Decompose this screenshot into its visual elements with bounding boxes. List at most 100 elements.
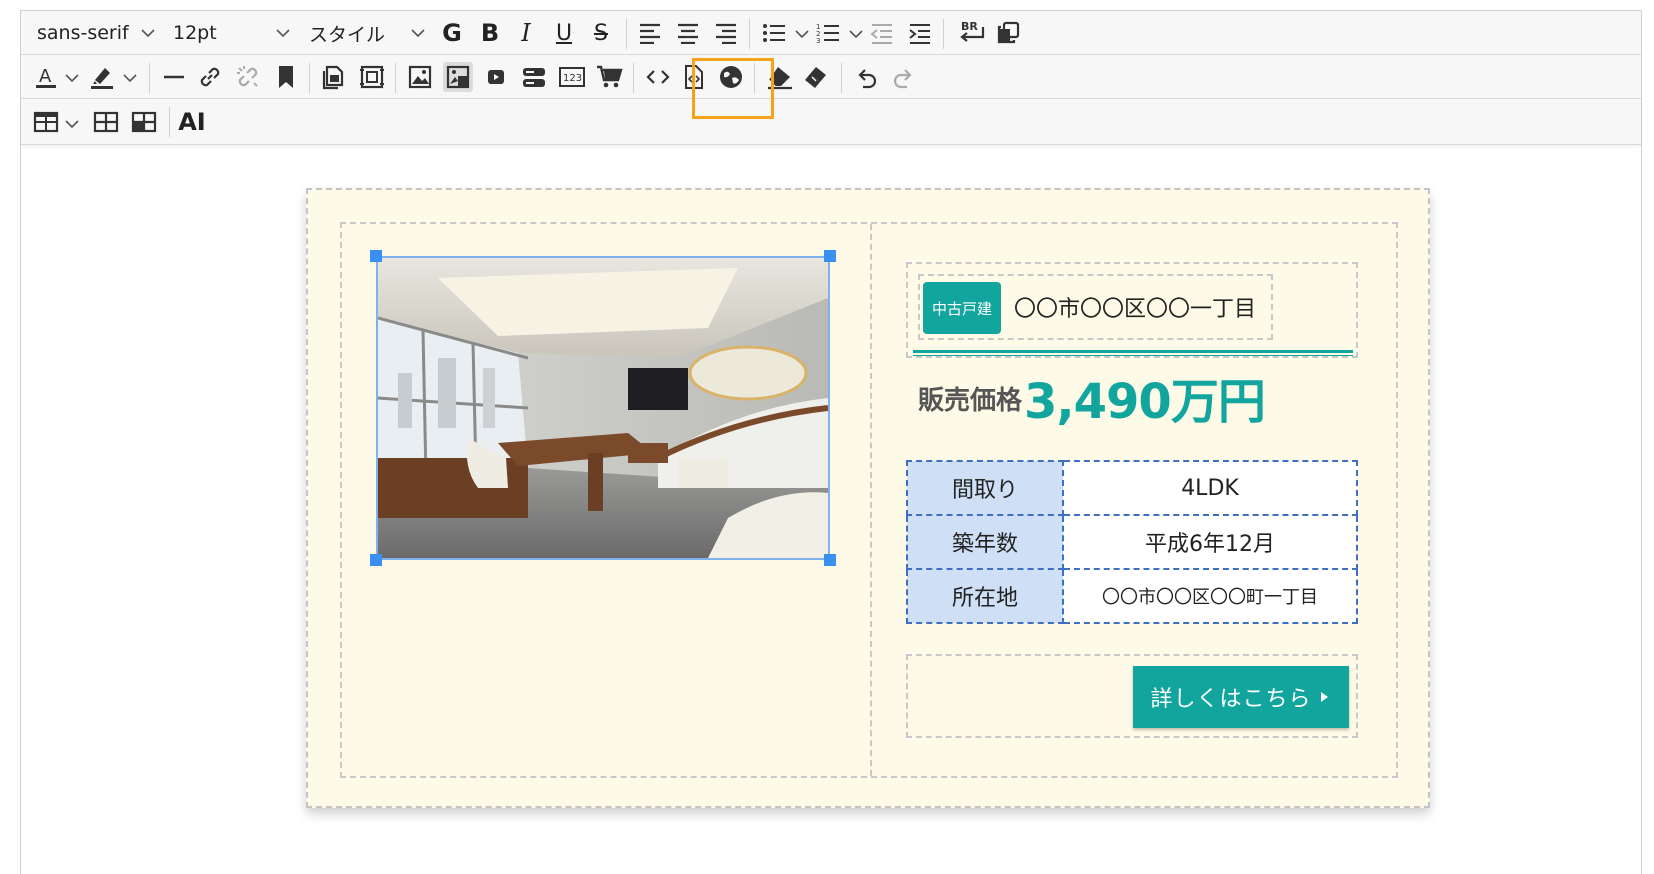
chevron-down-icon[interactable] xyxy=(65,119,79,129)
br-label: BR xyxy=(961,20,978,33)
text-color-button[interactable]: A xyxy=(31,62,61,92)
toolbar-separator xyxy=(626,19,627,49)
strikethrough-button[interactable]: S xyxy=(586,18,616,48)
align-right-button[interactable] xyxy=(711,18,741,48)
blocks-icon xyxy=(523,68,545,87)
insert-image-button[interactable] xyxy=(405,62,435,92)
spec-key: 間取り xyxy=(906,460,1064,516)
code-icon xyxy=(646,70,670,84)
chevron-down-icon[interactable] xyxy=(849,29,863,39)
toolbar-separator xyxy=(749,19,750,49)
copy-format-button[interactable] xyxy=(993,18,1023,48)
cart-icon xyxy=(597,65,623,88)
frame-icon xyxy=(360,65,384,89)
cart-button[interactable] xyxy=(595,62,625,92)
undo-button[interactable] xyxy=(851,62,881,92)
image-edit-icon xyxy=(446,65,470,89)
align-left-button[interactable] xyxy=(635,18,665,48)
chevron-down-icon xyxy=(141,29,155,38)
outdent-button[interactable] xyxy=(867,18,897,48)
resize-handle-top-left[interactable] xyxy=(370,250,382,262)
bookmark-button[interactable] xyxy=(271,62,301,92)
marker-icon xyxy=(91,68,113,89)
chevron-down-icon xyxy=(411,29,425,38)
bullet-list-icon xyxy=(763,24,785,42)
underline-button[interactable]: U xyxy=(549,18,579,48)
table-button[interactable] xyxy=(31,107,61,137)
bold-g-button[interactable]: G xyxy=(437,18,467,48)
toolbar-row-2: A 123 xyxy=(21,55,1641,99)
redo-button[interactable] xyxy=(889,62,919,92)
bullet-list-button[interactable] xyxy=(759,18,789,48)
property-photo[interactable] xyxy=(376,256,830,560)
column-divider xyxy=(870,224,872,776)
bookmark-icon xyxy=(279,66,293,88)
ai-button[interactable]: AI xyxy=(177,107,207,137)
table-grid-button[interactable] xyxy=(91,107,121,137)
align-center-button[interactable] xyxy=(673,18,703,48)
insert-video-button[interactable] xyxy=(481,62,511,92)
template-button[interactable] xyxy=(319,62,349,92)
font-size-select[interactable]: 12pt xyxy=(173,11,299,55)
indent-icon xyxy=(909,24,930,44)
italic-button[interactable]: I xyxy=(511,18,541,48)
table-icon xyxy=(33,111,59,133)
link-icon xyxy=(200,67,220,87)
link-button[interactable] xyxy=(195,62,225,92)
chevron-down-icon[interactable] xyxy=(123,73,137,83)
bold-button[interactable]: B xyxy=(475,18,505,48)
font-size-value: 12pt xyxy=(173,22,217,44)
number-box-label: 123 xyxy=(563,73,582,84)
spec-value: 〇〇市〇〇区〇〇町一丁目 xyxy=(1062,568,1358,624)
insert-block-button[interactable] xyxy=(519,62,549,92)
unlink-button[interactable] xyxy=(233,62,263,92)
font-family-select[interactable]: sans-serif xyxy=(37,11,159,55)
resize-handle-bottom-left[interactable] xyxy=(370,554,382,566)
table-cell-button[interactable] xyxy=(129,107,159,137)
source-code-button[interactable] xyxy=(643,62,673,92)
indent-button[interactable] xyxy=(905,18,935,48)
svg-text:3: 3 xyxy=(816,37,820,44)
edit-image-button[interactable] xyxy=(443,62,473,92)
align-left-icon xyxy=(640,23,660,44)
format-painter-button[interactable] xyxy=(801,62,831,92)
chevron-down-icon xyxy=(276,29,290,38)
details-button[interactable]: 詳しくはこちら xyxy=(1133,666,1349,728)
toolbar-separator xyxy=(943,19,944,49)
resize-handle-top-right[interactable] xyxy=(824,250,836,262)
table-row: 築年数 平成6年12月 xyxy=(906,514,1358,570)
align-right-icon xyxy=(716,23,736,44)
resize-handle-bottom-right[interactable] xyxy=(824,554,836,566)
details-button-label: 詳しくはこちら xyxy=(1150,687,1312,712)
style-value: スタイル xyxy=(309,23,386,46)
office-photo-image xyxy=(378,258,828,558)
text-color-icon: A xyxy=(36,66,56,88)
spec-key: 築年数 xyxy=(906,514,1064,570)
spec-value: 平成6年12月 xyxy=(1062,514,1358,570)
unlink-icon xyxy=(237,66,258,87)
video-icon xyxy=(488,70,504,84)
document-stack-icon xyxy=(322,65,344,90)
table-row: 間取り 4LDK xyxy=(906,460,1358,516)
property-type-badge: 中古戸建 xyxy=(923,282,1001,334)
highlight-color-button[interactable] xyxy=(87,62,117,92)
align-center-icon xyxy=(678,23,698,44)
style-select[interactable]: スタイル xyxy=(309,11,429,55)
toolbar-row-3: AI xyxy=(21,99,1641,145)
block-frame-button[interactable] xyxy=(357,62,387,92)
property-address: 〇〇市〇〇区〇〇一丁目 xyxy=(1014,297,1257,322)
numbered-list-button[interactable]: 123 xyxy=(813,18,843,48)
chevron-down-icon[interactable] xyxy=(65,73,79,83)
line-break-button[interactable]: BR xyxy=(953,18,989,48)
line-break-icon: BR xyxy=(960,20,985,42)
font-family-value: sans-serif xyxy=(37,22,129,44)
price-label: 販売価格 xyxy=(918,386,1023,416)
undo-icon xyxy=(858,69,877,89)
button-block: 詳しくはこちら xyxy=(906,654,1358,738)
horizontal-rule-button[interactable] xyxy=(159,62,189,92)
toolbar-row-1: sans-serif 12pt スタイル G B I U S 1 2 3 BR xyxy=(21,11,1641,55)
number-field-button[interactable]: 123 xyxy=(557,62,587,92)
toolbar-separator xyxy=(395,63,396,93)
numbered-list-icon: 123 xyxy=(816,23,839,44)
chevron-down-icon[interactable] xyxy=(795,29,809,39)
